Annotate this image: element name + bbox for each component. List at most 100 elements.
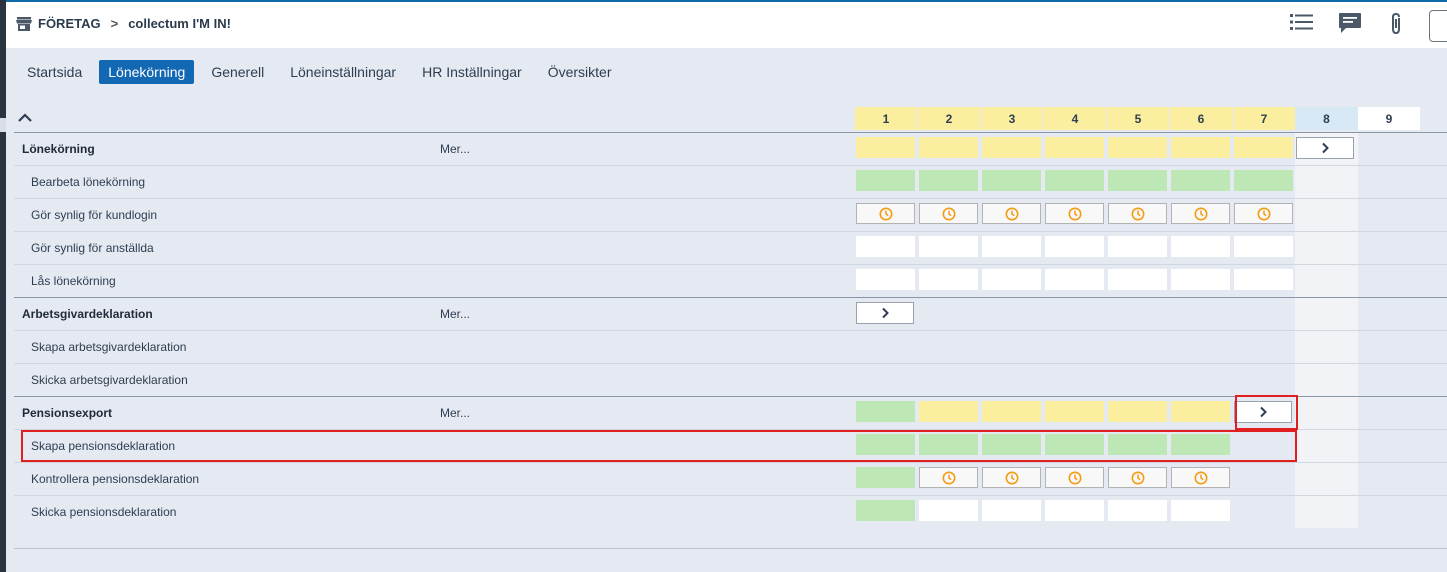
expand-arrow-button[interactable] — [856, 302, 914, 324]
status-cell-white — [1045, 269, 1104, 290]
row-label: Skicka arbetsgivardeklaration — [31, 373, 188, 387]
column-header-3: 3 — [981, 107, 1043, 130]
expand-arrow-button[interactable] — [1296, 137, 1354, 159]
row-label: Skicka pensionsdeklaration — [31, 505, 177, 519]
column-header-9: 9 — [1358, 107, 1420, 130]
status-cell-white — [856, 236, 915, 257]
clock-icon — [1131, 471, 1145, 485]
clock-icon — [1005, 471, 1019, 485]
breadcrumb-client[interactable]: collectum I'M IN! — [128, 16, 231, 31]
row-divider — [14, 231, 1447, 232]
column-header-8: 8 — [1295, 107, 1358, 130]
list-icon[interactable] — [1290, 12, 1314, 32]
row-label: Skapa arbetsgivardeklaration — [31, 340, 187, 354]
status-cell-yellow — [1108, 137, 1167, 158]
more-link[interactable]: Mer... — [440, 406, 470, 420]
tab-generell[interactable]: Generell — [202, 60, 273, 84]
pending-clock-cell[interactable] — [1171, 203, 1230, 224]
row-label: Bearbeta lönekörning — [31, 175, 146, 189]
highlight-box-row — [21, 430, 1297, 462]
status-cell-green — [919, 170, 978, 191]
more-link[interactable]: Mer... — [440, 307, 470, 321]
clock-icon — [942, 207, 956, 221]
clock-icon — [1194, 207, 1208, 221]
section-divider — [14, 297, 1447, 298]
clock-icon — [879, 207, 893, 221]
pending-clock-cell[interactable] — [1045, 467, 1104, 488]
pending-clock-cell[interactable] — [919, 467, 978, 488]
pending-clock-cell[interactable] — [1108, 203, 1167, 224]
status-cell-green — [1171, 170, 1230, 191]
row-divider — [14, 462, 1447, 463]
tab-oversikter[interactable]: Översikter — [539, 60, 621, 84]
chat-icon[interactable] — [1338, 12, 1362, 34]
clock-icon — [942, 471, 956, 485]
breadcrumb-company[interactable]: FÖRETAG — [38, 16, 101, 31]
status-cell-green — [1045, 170, 1104, 191]
main-tabs: Startsida Lönekörning Generell Löneinstä… — [18, 60, 629, 84]
clock-icon — [1005, 207, 1019, 221]
status-cell-white — [982, 500, 1041, 521]
left-sidebar-edge — [0, 0, 6, 572]
pending-clock-cell[interactable] — [919, 203, 978, 224]
bottom-divider — [14, 548, 1447, 549]
status-cell-white — [982, 269, 1041, 290]
status-cell-green — [856, 467, 915, 488]
section-divider — [14, 132, 1447, 133]
status-cell-green — [856, 170, 915, 191]
collapse-chevron-icon[interactable] — [18, 110, 32, 128]
status-cell-yellow — [1045, 401, 1104, 422]
row-label: Kontrollera pensionsdeklaration — [31, 472, 200, 486]
status-cell-green — [856, 500, 915, 521]
status-cell-white — [1108, 269, 1167, 290]
pending-clock-cell[interactable] — [1234, 203, 1293, 224]
status-cell-white — [919, 269, 978, 290]
status-cell-yellow — [982, 137, 1041, 158]
status-cell-white — [982, 236, 1041, 257]
status-cell-green — [982, 170, 1041, 191]
tab-hr-installningar[interactable]: HR Inställningar — [413, 60, 531, 84]
tab-loneinstallningar[interactable]: Löneinställningar — [281, 60, 405, 84]
clock-icon — [1068, 471, 1082, 485]
clock-icon — [1257, 207, 1271, 221]
section-divider — [14, 396, 1447, 397]
chevron-right-icon — [880, 307, 890, 319]
paperclip-icon[interactable] — [1388, 12, 1404, 36]
status-cell-white — [856, 269, 915, 290]
sidebar-notch — [0, 118, 6, 132]
breadcrumb-separator: > — [110, 16, 119, 31]
status-cell-yellow — [1171, 137, 1230, 158]
user-menu-button[interactable] — [1429, 10, 1447, 42]
pending-clock-cell[interactable] — [1171, 467, 1230, 488]
section-title: Pensionsexport — [22, 406, 113, 420]
clock-icon — [1194, 471, 1208, 485]
status-cell-yellow — [856, 137, 915, 158]
chevron-right-icon — [1320, 142, 1330, 154]
column-header-6: 6 — [1170, 107, 1232, 130]
status-cell-yellow — [1045, 137, 1104, 158]
top-bar: FÖRETAG > collectum I'M IN! — [6, 0, 1447, 48]
pending-clock-cell[interactable] — [1108, 467, 1167, 488]
row-divider — [14, 165, 1447, 166]
column-header-5: 5 — [1107, 107, 1169, 130]
status-cell-green — [1234, 170, 1293, 191]
status-cell-yellow — [1108, 401, 1167, 422]
status-cell-yellow — [1171, 401, 1230, 422]
pending-clock-cell[interactable] — [856, 203, 915, 224]
tab-lonekorning[interactable]: Lönekörning — [99, 60, 195, 84]
pending-clock-cell[interactable] — [982, 467, 1041, 488]
section-title: Lönekörning — [22, 142, 95, 156]
status-cell-white — [1171, 269, 1230, 290]
status-cell-white — [1171, 500, 1230, 521]
pending-clock-cell[interactable] — [982, 203, 1041, 224]
tab-startsida[interactable]: Startsida — [18, 60, 91, 84]
row-divider — [14, 198, 1447, 199]
column-header-2: 2 — [918, 107, 980, 130]
status-cell-yellow — [1234, 137, 1293, 158]
more-link[interactable]: Mer... — [440, 142, 470, 156]
status-cell-white — [1108, 236, 1167, 257]
pending-clock-cell[interactable] — [1045, 203, 1104, 224]
clock-icon — [1068, 207, 1082, 221]
status-cell-white — [1234, 236, 1293, 257]
column-header-4: 4 — [1044, 107, 1106, 130]
